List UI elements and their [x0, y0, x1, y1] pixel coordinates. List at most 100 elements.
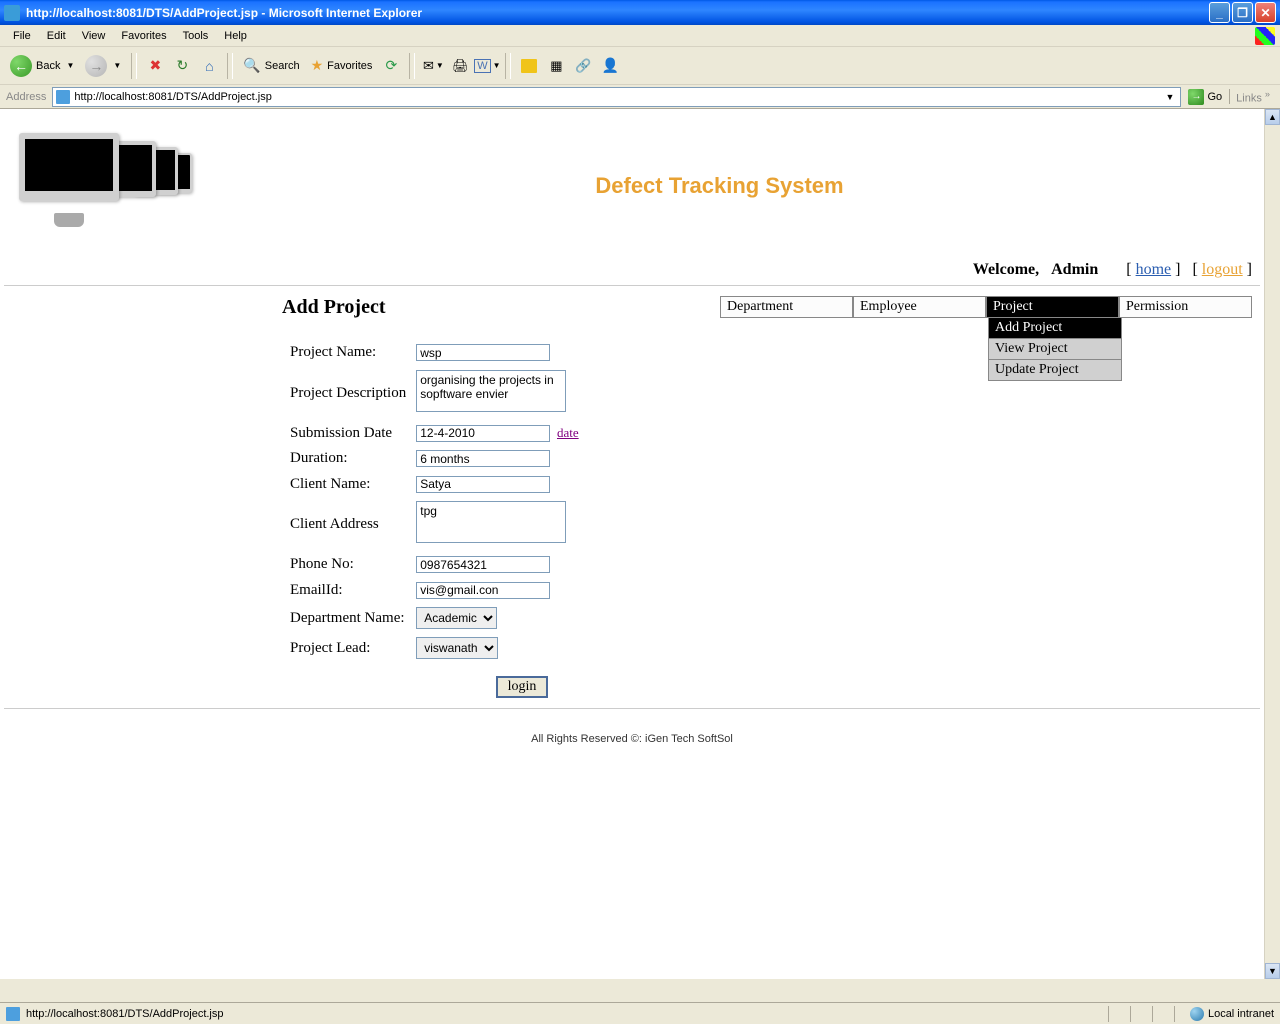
menu-view[interactable]: View: [74, 27, 114, 45]
window-title: http://localhost:8081/DTS/AddProject.jsp…: [26, 6, 1209, 20]
favorites-button[interactable]: ★ Favorites: [307, 55, 377, 76]
page-heading: Add Project: [282, 296, 720, 319]
project-name-input[interactable]: [416, 344, 550, 361]
divider: [4, 285, 1260, 286]
separator: [409, 53, 415, 79]
address-bar: Address ▼ → Go Links »: [0, 85, 1280, 109]
print-button[interactable]: 🖨: [448, 54, 472, 78]
separator: [227, 53, 233, 79]
label-submission-date: Submission Date: [286, 422, 410, 446]
menu-help[interactable]: Help: [216, 27, 255, 45]
close-button[interactable]: ✕: [1255, 2, 1276, 23]
go-icon: →: [1188, 89, 1204, 105]
address-input-wrapper[interactable]: ▼: [52, 87, 1181, 107]
refresh-icon: ↻: [176, 57, 188, 74]
edit-button[interactable]: W▼: [475, 54, 499, 78]
search-icon: 🔍: [243, 57, 260, 74]
nav-permission[interactable]: Permission: [1119, 296, 1252, 318]
subnav-add-project[interactable]: Add Project: [988, 318, 1122, 339]
label-email-id: EmailId:: [286, 579, 410, 603]
star-icon: ★: [311, 57, 324, 74]
label-client-address: Client Address: [286, 498, 410, 551]
toolbar-btn-b[interactable]: ▦: [544, 54, 568, 78]
label-phone-no: Phone No:: [286, 553, 410, 577]
system-title: Defect Tracking System: [179, 173, 1260, 199]
login-button[interactable]: login: [496, 676, 549, 698]
label-project-name: Project Name:: [286, 341, 410, 365]
client-name-input[interactable]: [416, 476, 550, 493]
menu-edit[interactable]: Edit: [39, 27, 74, 45]
status-url: http://localhost:8081/DTS/AddProject.jsp: [26, 1008, 224, 1020]
page-icon: [6, 1007, 20, 1021]
history-icon: ⟳: [386, 57, 398, 74]
welcome-bar: Welcome, Admin [ home ] [ logout ]: [4, 261, 1252, 279]
security-zone: Local intranet: [1190, 1007, 1274, 1021]
scroll-track[interactable]: [1265, 125, 1280, 963]
vertical-scrollbar[interactable]: ▲ ▼: [1264, 109, 1280, 979]
menu-bar: File Edit View Favorites Tools Help: [0, 25, 1280, 47]
label-project-description: Project Description: [286, 367, 410, 420]
logout-link[interactable]: logout: [1202, 261, 1243, 278]
label-department-name: Department Name:: [286, 604, 410, 632]
scroll-up-button[interactable]: ▲: [1265, 109, 1280, 125]
nav-employee[interactable]: Employee: [853, 296, 986, 318]
windows-flag-icon: [1255, 27, 1275, 45]
submission-date-input[interactable]: [416, 425, 550, 442]
word-icon: W: [474, 59, 490, 73]
toolbar-btn-c[interactable]: 🔗: [571, 54, 595, 78]
project-description-input[interactable]: organising the projects in sopftware env…: [416, 370, 566, 412]
forward-icon: →: [85, 55, 107, 77]
chevron-down-icon[interactable]: ▼: [113, 61, 121, 70]
duration-input[interactable]: [416, 450, 550, 467]
refresh-button[interactable]: ↻: [170, 54, 194, 78]
window-titlebar: http://localhost:8081/DTS/AddProject.jsp…: [0, 0, 1280, 25]
nav-project[interactable]: Project: [986, 296, 1119, 318]
history-button[interactable]: ⟳: [379, 54, 403, 78]
scroll-down-button[interactable]: ▼: [1265, 963, 1280, 979]
minimize-button[interactable]: _: [1209, 2, 1230, 23]
menu-file[interactable]: File: [5, 27, 39, 45]
address-dropdown[interactable]: ▼: [1163, 92, 1178, 102]
mail-icon: ✉: [423, 58, 434, 74]
email-id-input[interactable]: [416, 582, 550, 599]
forward-button[interactable]: → ▼: [81, 53, 125, 79]
menu-favorites[interactable]: Favorites: [113, 27, 174, 45]
mail-button[interactable]: ✉▼: [421, 54, 445, 78]
maximize-button[interactable]: ❐: [1232, 2, 1253, 23]
messenger-button[interactable]: 👤: [598, 54, 622, 78]
address-input[interactable]: [74, 91, 1162, 103]
status-bar: http://localhost:8081/DTS/AddProject.jsp…: [0, 1002, 1280, 1024]
tiles-icon: ▦: [550, 58, 562, 74]
chevron-down-icon[interactable]: ▼: [66, 61, 74, 70]
address-label: Address: [4, 91, 48, 103]
department-name-select[interactable]: Academic: [416, 607, 497, 629]
search-button[interactable]: 🔍 Search: [239, 55, 303, 76]
toolbar-btn-a[interactable]: [517, 54, 541, 78]
menu-tools[interactable]: Tools: [175, 27, 217, 45]
home-link[interactable]: home: [1136, 261, 1172, 278]
home-icon: ⌂: [205, 58, 213, 74]
page-icon: [56, 90, 70, 104]
divider: [4, 708, 1260, 709]
client-address-input[interactable]: tpg: [416, 501, 566, 543]
label-duration: Duration:: [286, 447, 410, 471]
separator: [131, 53, 137, 79]
add-project-form: Project Name: Project Description organi…: [284, 339, 585, 664]
label-project-lead: Project Lead:: [286, 634, 410, 662]
phone-no-input[interactable]: [416, 556, 550, 573]
back-button[interactable]: ← Back ▼: [6, 53, 78, 79]
home-button[interactable]: ⌂: [197, 54, 221, 78]
subnav-view-project[interactable]: View Project: [988, 339, 1122, 360]
links-label[interactable]: Links »: [1229, 89, 1276, 105]
nav-department[interactable]: Department: [720, 296, 853, 318]
ie-icon: [4, 5, 20, 21]
nav-menu: Department Employee Project Permission: [720, 296, 1252, 318]
go-button[interactable]: → Go: [1185, 88, 1225, 106]
link-icon: 🔗: [575, 58, 591, 74]
folder-icon: [521, 59, 537, 73]
date-picker-link[interactable]: date: [557, 425, 579, 440]
project-lead-select[interactable]: viswanath: [416, 637, 498, 659]
messenger-icon: 👤: [602, 57, 619, 74]
stop-button[interactable]: ✖: [143, 54, 167, 78]
subnav-update-project[interactable]: Update Project: [988, 360, 1122, 381]
